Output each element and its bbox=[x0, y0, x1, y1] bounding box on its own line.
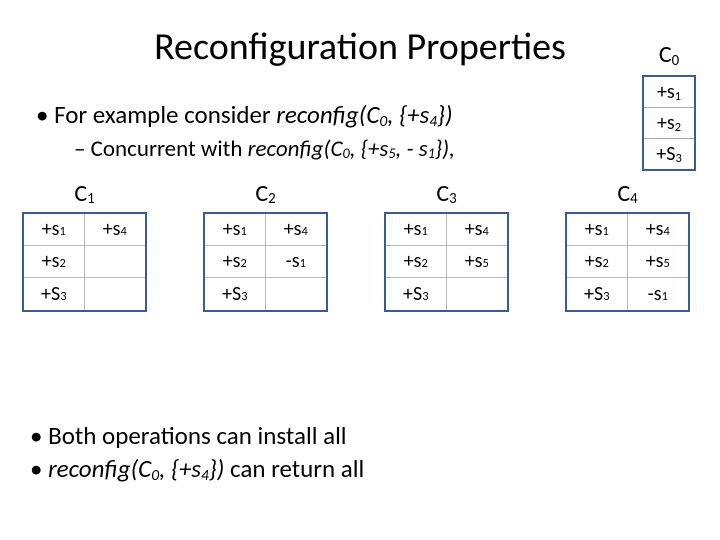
grid-cell: +s5 bbox=[447, 246, 508, 278]
bullet-bottom-2: • reconfig(C0, {+s4}) can return all bbox=[30, 453, 364, 484]
slide-title: Reconfiguration Properties bbox=[30, 24, 690, 70]
slide: Reconfiguration Properties C0 +s1 +s2 +S… bbox=[0, 0, 720, 540]
c0-stack: +s1 +s2 +S3 bbox=[642, 75, 696, 171]
grid-cell: +s1 bbox=[386, 214, 447, 246]
grid-cell: +s4 bbox=[447, 214, 508, 246]
grid-cell: +S3 bbox=[567, 278, 628, 310]
config-row: C1 +s1 +s4 +s2 +S3 C2 +s1 +s4 +s2 -s1 +S… bbox=[22, 179, 690, 312]
c0-label: C0 bbox=[642, 40, 696, 69]
grid-cell bbox=[266, 278, 327, 310]
grid-cell: +s4 bbox=[266, 214, 327, 246]
grid-cell: +s2 bbox=[567, 246, 628, 278]
config-c0: C0 +s1 +s2 +S3 bbox=[642, 40, 696, 171]
grid-cell: +s5 bbox=[628, 246, 689, 278]
grid-cell: -s1 bbox=[628, 278, 689, 310]
grid-cell: +s1 bbox=[567, 214, 628, 246]
config-c2: C2 +s1 +s4 +s2 -s1 +S3 bbox=[203, 179, 328, 312]
config-c3: C3 +s1 +s4 +s2 +s5 +S3 bbox=[384, 179, 509, 312]
grid-cell: +S3 bbox=[24, 278, 85, 310]
c1-grid: +s1 +s4 +s2 +S3 bbox=[22, 212, 147, 312]
grid-cell: +s2 bbox=[24, 246, 85, 278]
c1-label: C1 bbox=[22, 179, 147, 208]
grid-cell: +S3 bbox=[386, 278, 447, 310]
c2-grid: +s1 +s4 +s2 -s1 +S3 bbox=[203, 212, 328, 312]
c3-label: C3 bbox=[384, 179, 509, 208]
c4-label: C4 bbox=[565, 179, 690, 208]
bullet-list-top: • For example consider reconfig(C0, {+s4… bbox=[30, 98, 690, 165]
config-c4: C4 +s1 +s4 +s2 +s5 +S3 -s1 bbox=[565, 179, 690, 312]
grid-cell: -s1 bbox=[266, 246, 327, 278]
config-c1: C1 +s1 +s4 +s2 +S3 bbox=[22, 179, 147, 312]
c0-cell: +s2 bbox=[644, 108, 694, 139]
c0-cell: +s1 bbox=[644, 77, 694, 108]
grid-cell: +s1 bbox=[205, 214, 266, 246]
bullet-1: • For example consider reconfig(C0, {+s4… bbox=[36, 98, 690, 132]
grid-cell: +s4 bbox=[628, 214, 689, 246]
grid-cell: +s2 bbox=[205, 246, 266, 278]
c4-grid: +s1 +s4 +s2 +s5 +S3 -s1 bbox=[565, 212, 690, 312]
grid-cell bbox=[85, 246, 146, 278]
bullet-1-sub: – Concurrent with reconfig(C0, {+s5, - s… bbox=[74, 134, 690, 165]
bullet-bottom-1: • Both operations can install all bbox=[30, 420, 364, 451]
grid-cell: +S3 bbox=[205, 278, 266, 310]
grid-cell: +s4 bbox=[85, 214, 146, 246]
c3-grid: +s1 +s4 +s2 +s5 +S3 bbox=[384, 212, 509, 312]
bullet-list-bottom: • Both operations can install all • reco… bbox=[30, 420, 364, 486]
grid-cell bbox=[447, 278, 508, 310]
grid-cell bbox=[85, 278, 146, 310]
c2-label: C2 bbox=[203, 179, 328, 208]
grid-cell: +s2 bbox=[386, 246, 447, 278]
grid-cell: +s1 bbox=[24, 214, 85, 246]
c0-cell: +S3 bbox=[644, 139, 694, 169]
